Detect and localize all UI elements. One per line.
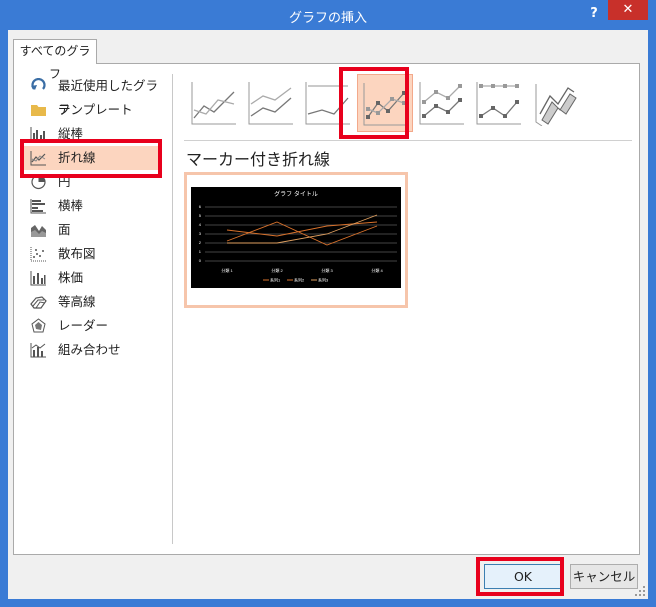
pie-chart-icon <box>31 174 46 190</box>
nav-item-templates[interactable]: テンプレート <box>14 98 164 122</box>
chart-preview-canvas: グラフ タイトル 6 5 4 3 2 1 0 分類 1 分類 2 分類 3 分類… <box>191 187 401 288</box>
x-tick: 分類 1 <box>221 267 233 273</box>
y-tick: 4 <box>199 222 202 227</box>
scatter-chart-icon <box>30 247 46 262</box>
preview-gridlines <box>205 206 397 262</box>
nav-label: 組み合わせ <box>58 342 121 357</box>
nav-item-line[interactable]: 折れ線 <box>24 146 158 170</box>
bar-chart-icon <box>30 199 46 214</box>
x-tick: 分類 3 <box>321 267 333 273</box>
line-chart-icon <box>30 151 46 166</box>
preview-series-2 <box>226 221 378 246</box>
ok-button[interactable]: OK <box>484 564 562 589</box>
preview-chart: グラフ タイトル 6 5 4 3 2 1 0 分類 1 分類 2 分類 3 分類… <box>199 190 397 283</box>
nav-label: 折れ線 <box>58 150 96 165</box>
y-tick: 1 <box>199 249 202 254</box>
preview-series-3 <box>227 214 378 244</box>
surface-chart-icon <box>30 296 47 309</box>
stacked-line-with-markers-icon <box>419 82 464 125</box>
nav-item-radar[interactable]: レーダー <box>14 314 164 338</box>
stacked-line-icon <box>248 82 293 125</box>
nav-label: 横棒 <box>58 198 84 213</box>
combo-chart-icon <box>30 343 46 358</box>
subtype-3d-line[interactable] <box>528 74 584 132</box>
help-button[interactable]: ? <box>584 4 604 24</box>
vertical-divider <box>172 74 173 544</box>
dialog-title: グラフの挿入 <box>288 11 367 26</box>
dialog-client: すべてのグラフ 最近使用したグラフ テンプレート 縦棒 折れ線 円 横棒 面 散… <box>8 30 648 599</box>
100-stacked-line-icon <box>305 82 350 125</box>
y-tick: 6 <box>199 204 202 209</box>
nav-label: 円 <box>58 174 71 189</box>
chart-type-list: 最近使用したグラフ テンプレート 縦棒 折れ線 円 横棒 面 散布図 株価 等高… <box>14 74 164 362</box>
nav-label: 等高線 <box>58 294 96 309</box>
preview-title: グラフ タイトル <box>274 190 318 198</box>
subtype-stacked-line-with-markers[interactable] <box>414 74 470 132</box>
nav-item-pie[interactable]: 円 <box>14 170 164 194</box>
cancel-button[interactable]: キャンセル <box>570 564 638 589</box>
tab-panel: 最近使用したグラフ テンプレート 縦棒 折れ線 円 横棒 面 散布図 株価 等高… <box>13 63 640 555</box>
100-stacked-line-with-markers-icon <box>476 82 521 125</box>
y-tick: 2 <box>199 240 202 245</box>
nav-item-scatter[interactable]: 散布図 <box>14 242 164 266</box>
selected-subtype-label: マーカー付き折れ線 <box>186 150 331 169</box>
nav-label: テンプレート <box>58 102 133 117</box>
close-button[interactable]: ✕ <box>608 0 648 20</box>
nav-label: 縦棒 <box>58 126 84 141</box>
nav-label: 株価 <box>58 270 84 285</box>
subtype-line-with-markers[interactable] <box>357 74 413 132</box>
recent-icon <box>31 78 46 90</box>
nav-label: 散布図 <box>58 246 96 261</box>
area-chart-icon <box>31 225 46 237</box>
nav-label: 面 <box>58 222 71 237</box>
column-chart-icon <box>30 127 46 142</box>
x-tick: 分類 4 <box>371 267 383 273</box>
y-tick: 0 <box>199 258 202 263</box>
folder-icon <box>31 105 46 116</box>
nav-item-combo[interactable]: 組み合わせ <box>14 338 164 362</box>
subtype-line[interactable] <box>186 74 242 132</box>
x-tick: 分類 2 <box>271 267 283 273</box>
nav-item-recent[interactable]: 最近使用したグラフ <box>14 74 164 117</box>
nav-item-area[interactable]: 面 <box>14 218 164 242</box>
legend-entry: 系列1 <box>270 277 281 283</box>
line-icon <box>191 82 236 125</box>
nav-item-column[interactable]: 縦棒 <box>14 122 164 146</box>
chart-preview[interactable]: グラフ タイトル 6 5 4 3 2 1 0 分類 1 分類 2 分類 3 分類… <box>184 172 408 308</box>
nav-item-bar[interactable]: 横棒 <box>14 194 164 218</box>
title-bar[interactable]: グラフの挿入 ? ✕ <box>0 0 656 30</box>
nav-item-surface[interactable]: 等高線 <box>14 290 164 314</box>
line-with-markers-icon <box>363 83 408 126</box>
3d-line-icon <box>535 84 577 126</box>
subtype-stacked-line[interactable] <box>243 74 299 132</box>
tab-all-charts[interactable]: すべてのグラフ <box>13 39 97 81</box>
nav-item-stock[interactable]: 株価 <box>14 266 164 290</box>
subtype-100-stacked-line[interactable] <box>300 74 356 132</box>
stock-chart-icon <box>30 271 46 286</box>
dialog-window: グラフの挿入 ? ✕ すべてのグラフ 最近使用したグラフ テンプレート 縦棒 折… <box>0 0 656 607</box>
legend-entry: 系列3 <box>318 277 329 283</box>
subtype-100-stacked-line-with-markers[interactable] <box>471 74 527 132</box>
y-tick: 5 <box>199 213 202 218</box>
legend-entry: 系列2 <box>294 277 305 283</box>
radar-chart-icon <box>31 318 46 333</box>
horizontal-divider <box>184 140 632 141</box>
nav-label: レーダー <box>58 318 109 333</box>
y-tick: 3 <box>199 231 202 236</box>
resize-grip-icon[interactable] <box>634 585 646 597</box>
